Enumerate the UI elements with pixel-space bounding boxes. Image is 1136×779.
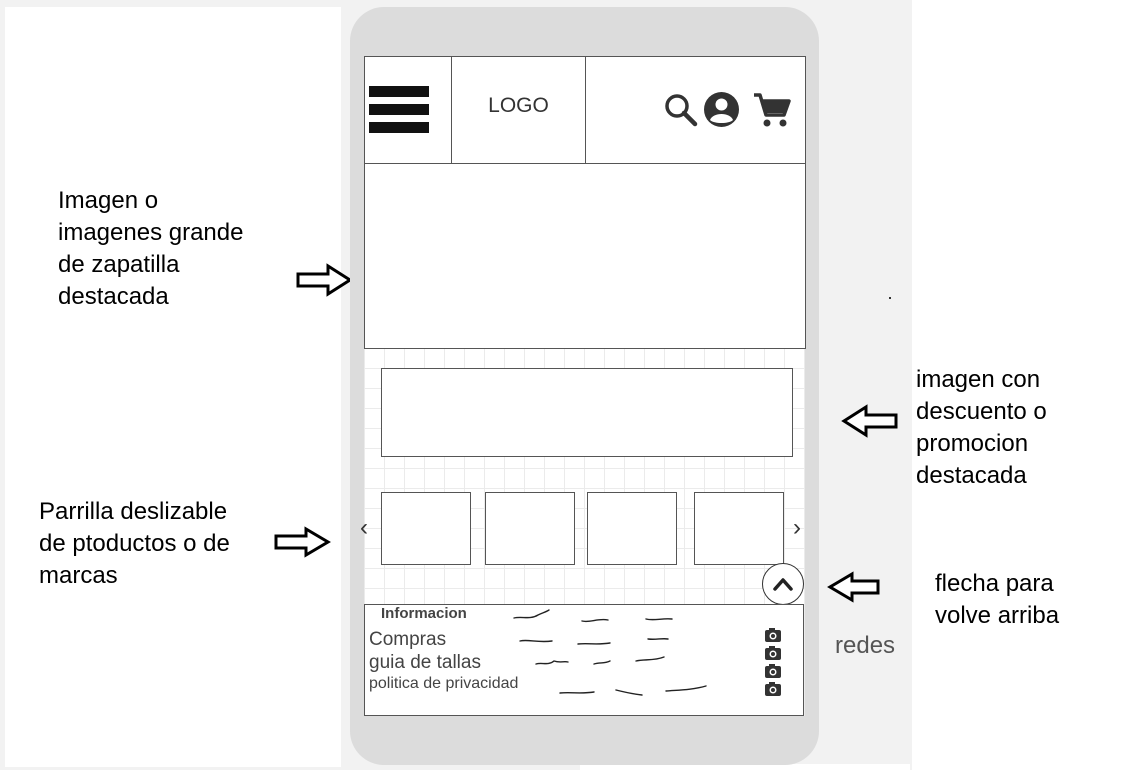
footer-link[interactable]: politica de privacidad (369, 675, 518, 693)
arrow-left-icon (827, 571, 880, 603)
placeholder-scribbles (513, 609, 707, 696)
annotation-carousel: Parrilla deslizable de ptoductos o de ma… (39, 498, 230, 589)
cart-icon[interactable] (752, 91, 792, 129)
footer-link[interactable]: guia de tallas (369, 652, 481, 674)
stray-dot (889, 297, 891, 299)
carousel-tile[interactable] (694, 492, 784, 565)
search-icon[interactable] (664, 93, 698, 127)
header-divider (585, 57, 586, 163)
camera-icon[interactable] (764, 681, 782, 697)
footer-title: Informacion (381, 605, 467, 622)
annotation-social: redes (835, 632, 896, 659)
arrow-right-icon (296, 263, 353, 297)
promo-banner-placeholder[interactable] (381, 368, 793, 457)
camera-icon[interactable] (764, 627, 782, 643)
carousel-prev-button[interactable]: ‹ (360, 514, 368, 542)
hero-image-placeholder[interactable] (364, 163, 806, 349)
carousel-tile[interactable] (485, 492, 575, 565)
annotation-promo: imagen con descuento o promocion destaca… (916, 366, 1047, 489)
canvas-bottom-strip (580, 764, 910, 779)
account-icon[interactable] (703, 91, 740, 128)
annotation-back-to-top: flecha para volve arriba (935, 570, 1060, 629)
menu-icon[interactable] (369, 86, 429, 134)
annotation-panel (5, 7, 341, 767)
carousel-tile[interactable] (381, 492, 471, 565)
annotation-hero: Imagen o imagenes grande de zapatilla de… (58, 187, 244, 310)
logo[interactable]: LOGO (452, 94, 585, 118)
arrow-left-icon (841, 404, 898, 438)
camera-icon[interactable] (764, 663, 782, 679)
arrow-right-icon (274, 526, 331, 558)
footer-link[interactable]: Compras (369, 629, 446, 651)
carousel-next-button[interactable]: › (793, 514, 801, 542)
chevron-up-icon (773, 578, 793, 591)
carousel-tile[interactable] (587, 492, 677, 565)
back-to-top-button[interactable] (762, 563, 804, 605)
camera-icon[interactable] (764, 645, 782, 661)
